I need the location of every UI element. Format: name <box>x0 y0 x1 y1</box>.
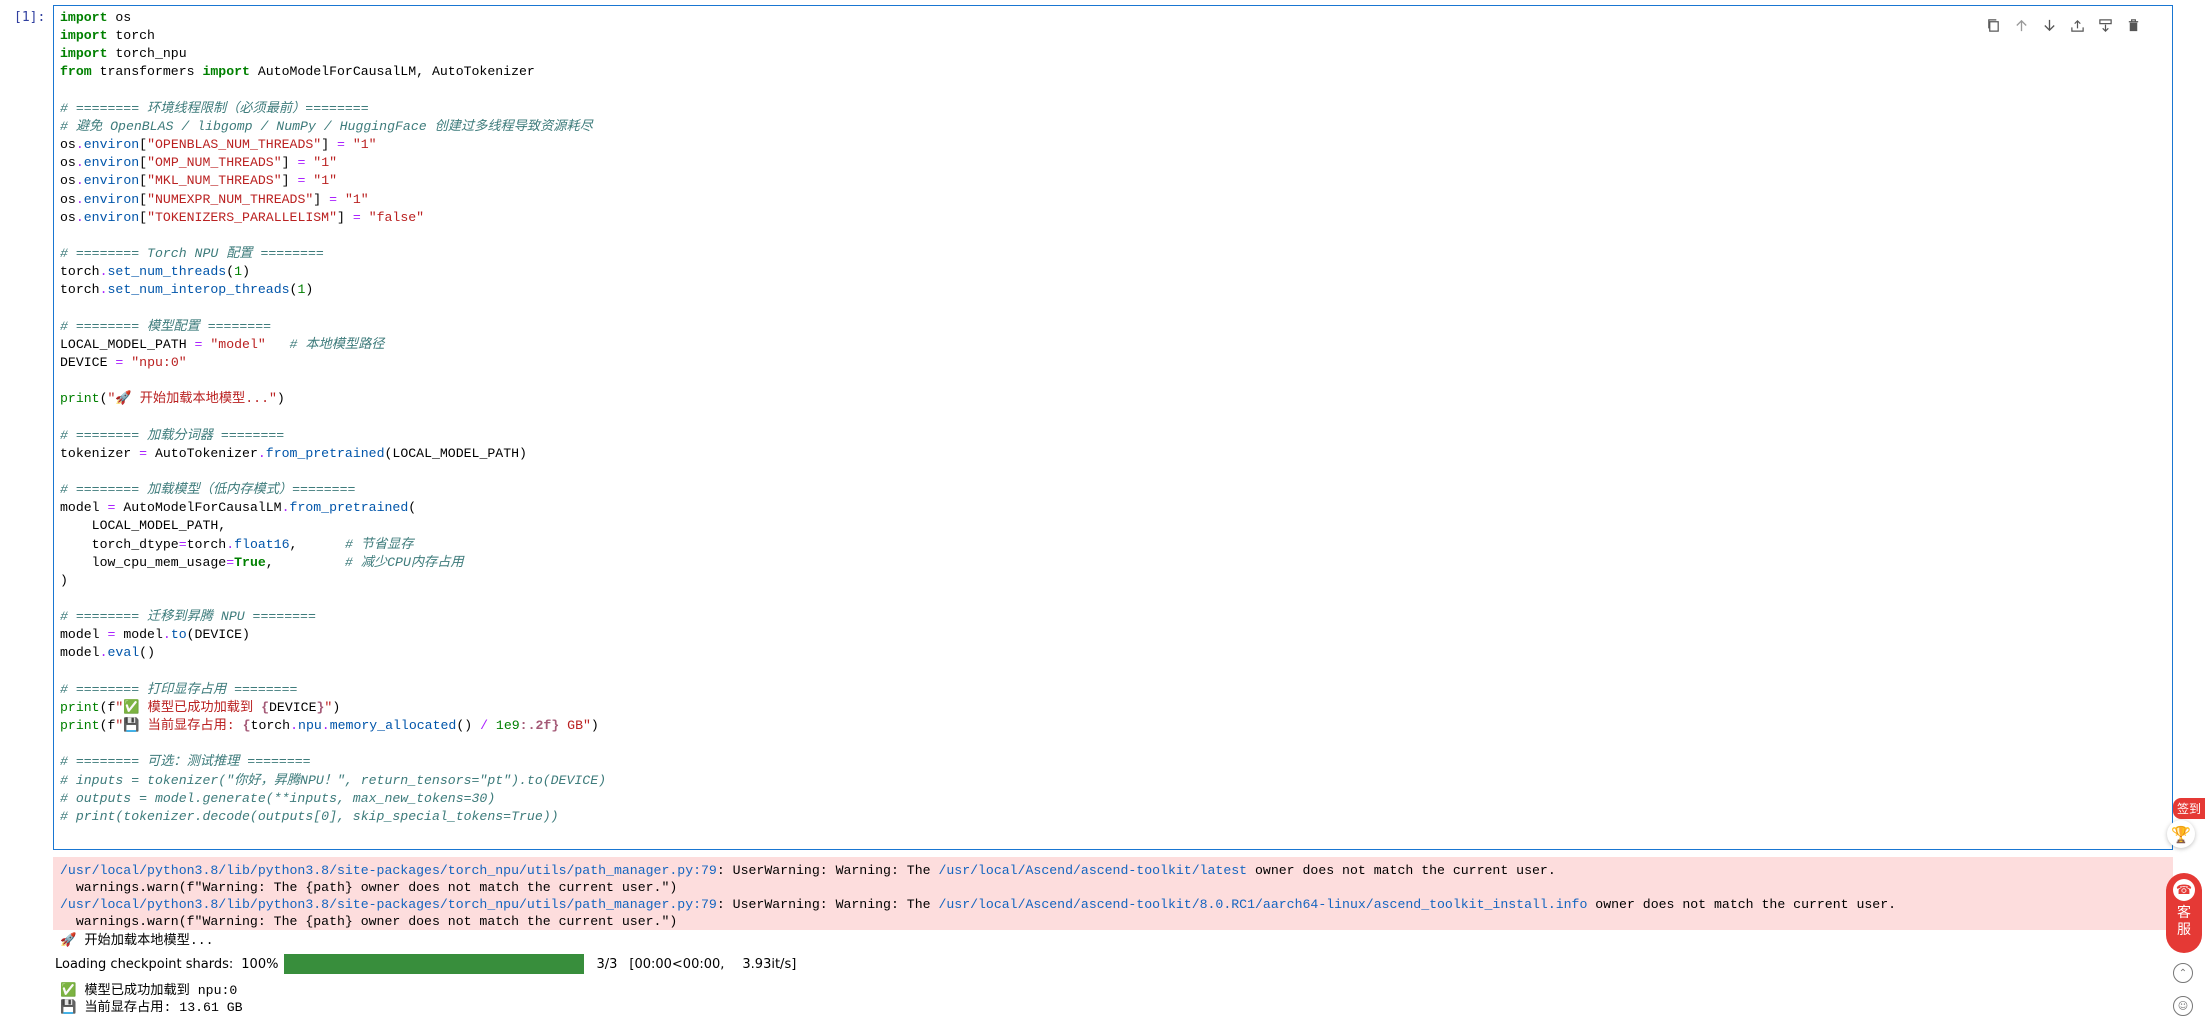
back-to-top-icon[interactable]: ⌃ <box>2173 963 2193 983</box>
code-line: print(f"✅ 模型已成功加载到 {DEVICE}") <box>60 699 341 715</box>
progress-rate: 3.93it/s] <box>742 956 797 972</box>
code-line: # print(tokenizer.decode(outputs[0], ski… <box>60 808 559 824</box>
code-line: os.environ["MKL_NUM_THREADS"] = "1" <box>60 173 338 189</box>
stderr-line: /usr/local/python3.8/lib/python3.8/site-… <box>60 863 1556 878</box>
code-line: DEVICE = "npu:0" <box>60 354 187 370</box>
code-line: LOCAL_MODEL_PATH = "model" # 本地模型路径 <box>60 336 385 352</box>
cell-toolbar <box>1984 16 2142 34</box>
code-line: os.environ["OMP_NUM_THREADS"] = "1" <box>60 155 338 171</box>
code-line: # ======== 加载模型（低内存模式）======== <box>60 482 356 498</box>
code-line: os.environ["OPENBLAS_NUM_THREADS"] = "1" <box>60 137 377 153</box>
progress-percent: 100% <box>241 956 279 972</box>
stderr-line: warnings.warn(f"Warning: The {path} owne… <box>60 914 678 929</box>
progress-count: 3/3 <box>596 956 618 972</box>
code-line: os.environ["NUMEXPR_NUM_THREADS"] = "1" <box>60 191 369 207</box>
code-editor[interactable]: import os import torch import torch_npufro… <box>60 9 606 826</box>
stderr-line: /usr/local/python3.8/lib/python3.8/site-… <box>60 897 1897 912</box>
insert-above-icon[interactable] <box>2068 16 2086 34</box>
code-line: ) <box>60 572 68 588</box>
progress-row: Loading checkpoint shards: 100% 3/3 [00:… <box>55 954 796 974</box>
trophy-icon[interactable]: 🏆 <box>2167 820 2195 848</box>
code-line: model.eval() <box>60 645 155 661</box>
code-line: model = AutoModelForCausalLM.from_pretra… <box>60 500 417 516</box>
stderr-text: /usr/local/python3.8/lib/python3.8/site-… <box>60 862 1896 930</box>
signin-badge[interactable]: 签到 <box>2172 798 2205 819</box>
delete-icon[interactable] <box>2124 16 2142 34</box>
code-line: tokenizer = AutoTokenizer.from_pretraine… <box>60 445 527 461</box>
code-line: model = model.to(DEVICE) <box>60 627 250 643</box>
progress-timing: [00:00<00:00, <box>629 956 725 972</box>
code-line: # ======== 加载分词器 ======== <box>60 427 285 443</box>
progress-bar-fill <box>284 954 585 974</box>
code-line: import torch_npu <box>60 46 187 62</box>
progress-label: Loading checkpoint shards: <box>55 956 234 972</box>
code-line: # 避免 OpenBLAS / libgomp / NumPy / Huggin… <box>60 118 593 134</box>
code-line: import torch <box>60 28 155 44</box>
code-line: os.environ["TOKENIZERS_PARALLELISM"] = "… <box>60 209 425 225</box>
code-line: torch_dtype=torch.float16, # 节省显存 <box>60 536 414 552</box>
code-line: # ======== 打印显存占用 ======== <box>60 681 298 697</box>
code-line: # inputs = tokenizer("你好，昇腾NPU！", return… <box>60 772 607 788</box>
code-line: # ======== 迁移到昇腾 NPU ======== <box>60 609 316 625</box>
cell-prompt: [1]: <box>14 10 46 25</box>
copy-icon[interactable] <box>1984 16 2002 34</box>
stdout-start-line: 🚀 开始加载本地模型... <box>60 933 214 948</box>
code-line: print("🚀 开始加载本地模型...") <box>60 391 285 407</box>
service-label-2: 服 <box>2177 922 2191 938</box>
code-line: LOCAL_MODEL_PATH, <box>60 518 227 534</box>
code-line: # ======== 可选：测试推理 ======== <box>60 754 311 770</box>
headset-icon: ☎ <box>2173 879 2195 901</box>
code-line: # ======== 模型配置 ======== <box>60 318 272 334</box>
code-line: print(f"💾 当前显存占用: {torch.npu.memory_allo… <box>60 718 599 734</box>
code-line: import os <box>60 10 132 25</box>
move-down-icon[interactable] <box>2040 16 2058 34</box>
code-line: # ======== 环境线程限制（必须最前）======== <box>60 100 369 116</box>
stderr-line: warnings.warn(f"Warning: The {path} owne… <box>60 880 678 895</box>
code-line: # ======== Torch NPU 配置 ======== <box>60 246 324 262</box>
progress-bar <box>284 954 585 974</box>
service-label-1: 客 <box>2177 905 2191 921</box>
code-line: from transformers import AutoModelForCau… <box>60 64 535 80</box>
code-line: torch.set_num_threads(1) <box>60 264 250 280</box>
code-line: # outputs = model.generate(**inputs, max… <box>60 790 496 806</box>
customer-service-button[interactable]: ☎ 客 服 <box>2166 873 2202 953</box>
stdout-memory-line: 💾 当前显存占用: 13.61 GB <box>60 1000 243 1015</box>
code-line: low_cpu_mem_usage=True, # 减少CPU内存占用 <box>60 554 464 570</box>
feedback-icon[interactable]: ☺ <box>2173 996 2193 1016</box>
insert-below-icon[interactable] <box>2096 16 2114 34</box>
code-line: torch.set_num_interop_threads(1) <box>60 282 314 298</box>
move-up-icon[interactable] <box>2012 16 2030 34</box>
